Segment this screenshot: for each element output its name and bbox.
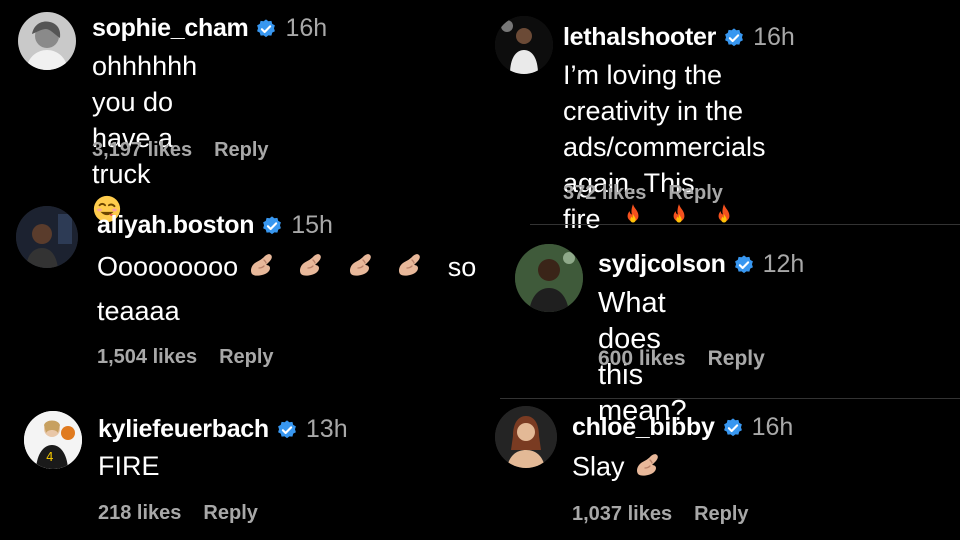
- verified-badge-icon: [255, 18, 277, 40]
- username[interactable]: lethalshooter: [563, 23, 716, 52]
- likes-count[interactable]: 3,197 likes: [92, 139, 192, 162]
- timestamp: 12h: [762, 250, 805, 278]
- comment-text: Ooooooooo so teaaaa: [97, 248, 497, 329]
- comment-text-line: ohhhhhh you do have a truck: [92, 51, 198, 189]
- divider: [500, 398, 960, 399]
- verified-badge-icon: [723, 27, 745, 49]
- pinched-fingers-icon: [394, 248, 426, 289]
- reply-button[interactable]: Reply: [708, 347, 765, 371]
- comment-text-line: teaaaa: [97, 296, 180, 326]
- comment-text: I’m loving the creativity in the ads/com…: [563, 57, 766, 240]
- likes-count[interactable]: 600 likes: [598, 347, 686, 371]
- verified-badge-icon: [261, 215, 283, 237]
- avatar[interactable]: 4: [24, 411, 82, 469]
- likes-count[interactable]: 218 likes: [98, 502, 181, 525]
- verified-badge-icon: [733, 254, 755, 276]
- avatar[interactable]: [515, 244, 583, 312]
- username[interactable]: sophie_cham: [92, 14, 249, 43]
- divider: [530, 224, 960, 225]
- likes-count[interactable]: 372 likes: [563, 182, 646, 205]
- comment-text-line: I’m loving the creativity in the: [563, 60, 744, 126]
- reply-button[interactable]: Reply: [214, 139, 268, 162]
- fire-icon: [711, 201, 737, 240]
- avatar[interactable]: [495, 406, 557, 468]
- comment-text: Slay: [572, 448, 664, 489]
- pinched-fingers-icon: [295, 248, 327, 289]
- username[interactable]: kyliefeuerbach: [98, 415, 269, 444]
- timestamp: 13h: [305, 415, 348, 443]
- reply-button[interactable]: Reply: [668, 182, 722, 205]
- comment-text-line: so: [447, 251, 477, 282]
- username[interactable]: aliyah.boston: [97, 211, 255, 240]
- reply-button[interactable]: Reply: [694, 503, 748, 526]
- comment-text: FIRE: [98, 448, 160, 484]
- pinched-fingers-icon: [632, 448, 664, 489]
- fire-icon: [666, 201, 692, 240]
- comment-text-line: Slay: [572, 451, 625, 482]
- pinched-fingers-icon: [345, 248, 377, 289]
- timestamp: 16h: [285, 14, 328, 42]
- reply-button[interactable]: Reply: [203, 502, 257, 525]
- comment-text-line: Ooooooooo: [97, 251, 239, 282]
- username[interactable]: sydjcolson: [598, 250, 726, 279]
- username[interactable]: chloe_bibby: [572, 413, 715, 442]
- comment-text-line: fire: [563, 204, 601, 234]
- timestamp: 15h: [291, 211, 333, 239]
- avatar[interactable]: [18, 12, 76, 70]
- timestamp: 16h: [751, 413, 794, 441]
- verified-badge-icon: [722, 417, 744, 439]
- avatar[interactable]: [495, 16, 553, 74]
- verified-badge-icon: [276, 419, 298, 441]
- avatar[interactable]: [16, 206, 78, 268]
- fire-icon: [620, 201, 646, 240]
- svg-text:4: 4: [46, 450, 54, 464]
- reply-button[interactable]: Reply: [219, 346, 273, 369]
- timestamp: 16h: [753, 23, 795, 51]
- pinched-fingers-icon: [246, 248, 278, 289]
- likes-count[interactable]: 1,037 likes: [572, 503, 672, 526]
- likes-count[interactable]: 1,504 likes: [97, 346, 197, 369]
- comment-text-line: FIRE: [98, 451, 160, 481]
